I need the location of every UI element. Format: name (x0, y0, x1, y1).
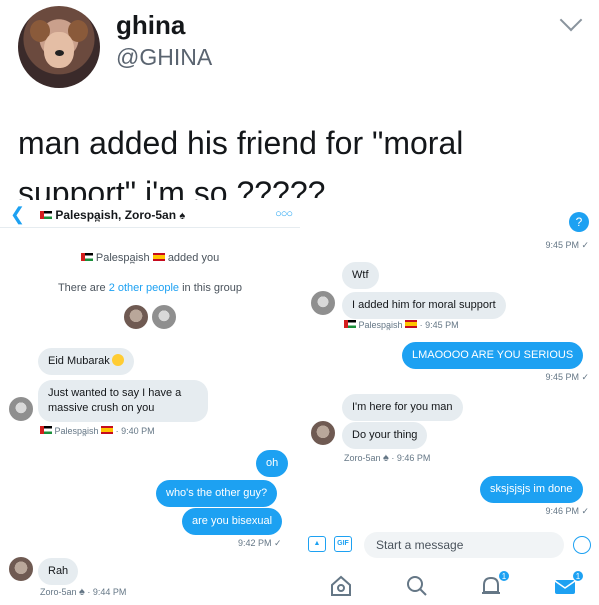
display-name[interactable]: ghina (116, 10, 185, 41)
gif-icon[interactable]: GIF (334, 536, 352, 552)
sender-name: Palespa̪ish (358, 320, 403, 330)
filter-nose (55, 50, 64, 56)
message-text: massive crush on you (48, 402, 155, 414)
spade-icon: ♠ (79, 586, 85, 598)
help-icon[interactable]: ? (569, 212, 589, 232)
search-icon[interactable] (404, 574, 430, 598)
message-meta: Zoro-5an ♠ · 9:46 PM (344, 452, 431, 464)
message-bubble: Just wanted to say I have a massive crus… (38, 380, 208, 422)
flag-icon (40, 426, 52, 434)
message-time: 9:45 PM (425, 320, 459, 330)
message-bubble: Rah (38, 558, 79, 585)
spade-icon: ♠ (383, 452, 389, 464)
image-icon[interactable]: ▲ (308, 536, 326, 552)
group-notice: There are 2 other people in this group (0, 282, 300, 294)
message-bubble: Wtf (342, 262, 379, 289)
message-bubble: Do your thing (342, 422, 428, 449)
conversation-header: ❮ Palespa̪ish, Zoro-5an ♠ ○○○ (0, 200, 300, 228)
more-dots-icon[interactable]: ○○○ (275, 208, 293, 220)
sent-time: 9:45 PM ✓ (545, 372, 589, 382)
notifications-icon[interactable]: 1 (478, 570, 510, 598)
user-avatar[interactable] (18, 6, 100, 88)
message-meta: Palespa̪ish · 9:40 PM (40, 426, 155, 436)
sender-name: Palespa̪ish (54, 426, 99, 436)
added-notice: Palespa̪ish added you (0, 252, 300, 264)
sender-avatar[interactable] (8, 396, 34, 422)
message-composer: ▲ GIF Start a message (300, 528, 599, 562)
smile-emoji-icon (111, 354, 124, 366)
message-meta: Palespa̪ish · 9:45 PM (344, 320, 459, 330)
sender-avatar[interactable] (310, 290, 336, 316)
flag-icon (40, 211, 52, 219)
spain-flag-icon (101, 426, 114, 434)
message-bubble: I'm here for you man (342, 394, 463, 421)
back-arrow-icon[interactable]: ❮ (10, 204, 25, 225)
spain-flag-icon (152, 253, 165, 261)
message-time: 9:44 PM (92, 587, 127, 597)
spain-flag-icon (405, 320, 418, 328)
member-avatar[interactable] (123, 304, 149, 330)
sender-name: Zoro-5an (344, 453, 381, 463)
bottom-nav: 1 1 (300, 570, 599, 605)
added-by-name: Palespa̪ish (95, 252, 150, 264)
chevron-down-icon[interactable] (559, 8, 583, 32)
group-suffix: in this group (179, 282, 243, 294)
user-handle[interactable]: @GHINA (116, 44, 212, 71)
sent-time: 9:46 PM ✓ (545, 506, 589, 516)
sender-name: Zoro-5an (40, 587, 77, 597)
emoji-icon[interactable] (573, 536, 591, 554)
message-input[interactable]: Start a message (364, 532, 564, 558)
sent-bubble: are you bisexual (182, 508, 283, 535)
sent-time: 9:45 PM ✓ (545, 240, 589, 250)
messages-badge: 1 (572, 570, 584, 582)
member-avatar[interactable] (151, 304, 177, 330)
flag-icon (344, 320, 356, 328)
added-suffix: added you (167, 252, 220, 264)
sender-avatar[interactable] (8, 556, 34, 582)
left-dm-screenshot: ❮ Palespa̪ish, Zoro-5an ♠ ○○○ Palespa̪is… (0, 200, 300, 605)
sent-bubble: sksjsjsjs im done (480, 476, 583, 503)
conversation-title-text: Palespa̪ish, Zoro-5an (55, 208, 177, 222)
sent-bubble: oh (256, 450, 289, 477)
message-bubble: Eid Mubarak (38, 348, 134, 375)
home-icon[interactable] (328, 574, 354, 598)
group-members-link[interactable]: 2 other people (109, 282, 179, 294)
sent-bubble: who's the other guy? (156, 480, 278, 507)
group-prefix: There are (57, 282, 109, 294)
sent-time: 9:42 PM ✓ (238, 538, 282, 548)
sent-bubble: LMAOOOO ARE YOU SERIOUS (402, 342, 584, 369)
notification-badge: 1 (498, 570, 510, 582)
message-time: 9:40 PM (121, 426, 155, 436)
message-time: 9:46 PM (396, 453, 431, 463)
sender-avatar[interactable] (310, 420, 336, 446)
message-meta: Zoro-5an ♠ · 9:44 PM (40, 586, 127, 598)
spade-icon: ♠ (179, 210, 186, 222)
flag-icon (80, 253, 93, 261)
tweet-header: ghina @GHINA (0, 0, 599, 110)
right-dm-screenshot: ? 9:45 PM ✓ Wtf I added him for moral su… (300, 200, 599, 605)
message-bubble: I added him for moral support (342, 292, 506, 319)
message-text: Eid Mubarak (48, 355, 110, 367)
conversation-title: Palespa̪ish, Zoro-5an ♠ (40, 208, 185, 222)
messages-icon[interactable]: 1 (552, 570, 584, 598)
message-text: Just wanted to say I have a (48, 387, 182, 399)
